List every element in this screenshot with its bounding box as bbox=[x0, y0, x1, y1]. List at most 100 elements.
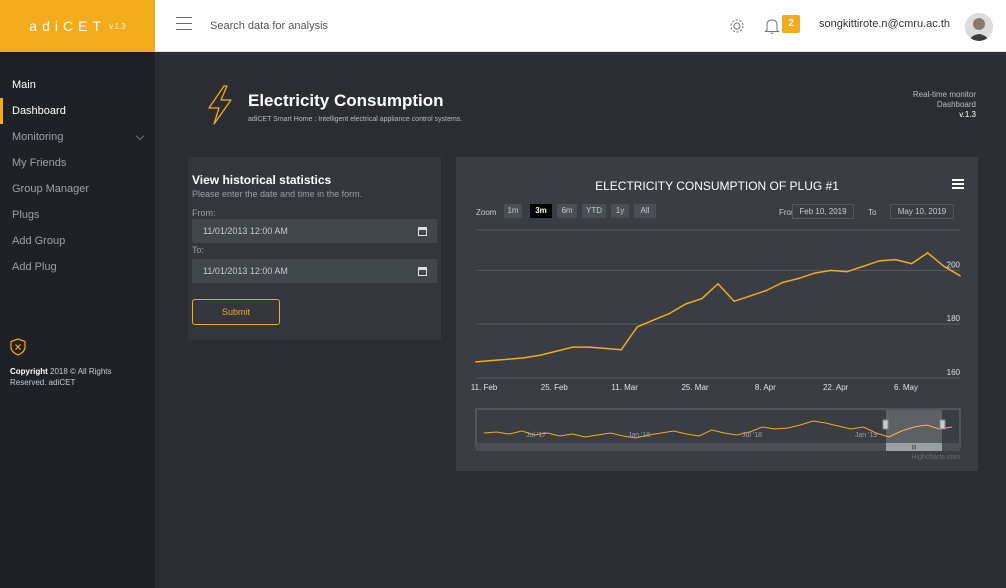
y-tick-label: 160 bbox=[947, 368, 961, 377]
gear-icon[interactable] bbox=[728, 17, 746, 35]
navigator-handle-left bbox=[882, 419, 889, 430]
page-title: Electricity Consumption bbox=[248, 91, 444, 110]
data-point bbox=[652, 319, 655, 321]
range-to-input[interactable] bbox=[890, 204, 954, 219]
user-email[interactable]: songkittirote.n@cmru.ac.th bbox=[819, 18, 950, 30]
search-input[interactable] bbox=[210, 16, 510, 36]
data-point bbox=[797, 277, 800, 280]
header-meta-version: v.1.3 bbox=[959, 110, 976, 119]
data-point bbox=[749, 295, 752, 297]
page-subtitle: adiCET Smart Home : Intelligent electric… bbox=[248, 116, 463, 123]
notification-badge[interactable]: 2 bbox=[782, 15, 800, 33]
data-point bbox=[636, 326, 639, 328]
navigator-x-label: Jan '19 bbox=[855, 432, 877, 439]
avatar[interactable] bbox=[965, 13, 993, 41]
navigator-series bbox=[483, 420, 953, 439]
shield-x-icon bbox=[10, 338, 26, 356]
data-point bbox=[733, 300, 735, 303]
navigator-handle-right bbox=[939, 419, 946, 430]
lightning-icon bbox=[208, 85, 232, 125]
zoom-1y-button[interactable]: 1y bbox=[611, 204, 629, 218]
chevron-down-icon bbox=[135, 131, 145, 141]
sidebar-item-group-manager[interactable]: Group Manager bbox=[0, 176, 155, 202]
bell-icon[interactable] bbox=[764, 17, 780, 35]
navigator-x-label: Jul '18 bbox=[742, 432, 762, 439]
menu-icon[interactable] bbox=[176, 17, 192, 31]
data-point bbox=[830, 269, 832, 272]
data-point bbox=[959, 274, 961, 277]
data-point bbox=[846, 270, 848, 273]
zoom-all-button[interactable]: All bbox=[634, 204, 656, 218]
navigator-scrollbar bbox=[476, 443, 960, 451]
history-description: Please enter the date and time in the fo… bbox=[192, 189, 363, 199]
data-point bbox=[555, 350, 558, 352]
data-point bbox=[620, 348, 622, 351]
header-meta: Real-time monitor Dashboard v.1.3 bbox=[913, 90, 976, 120]
to-label: To: bbox=[192, 245, 205, 255]
data-point bbox=[781, 281, 784, 284]
calendar-icon[interactable] bbox=[407, 259, 437, 283]
history-title: View historical statistics bbox=[192, 173, 332, 187]
chart-panel: ELECTRICITY CONSUMPTION OF PLUG #1 Zoom … bbox=[456, 157, 978, 471]
range-from-input[interactable] bbox=[792, 204, 854, 219]
calendar-icon[interactable] bbox=[407, 219, 437, 243]
navigator-selection bbox=[886, 410, 942, 446]
from-label: From: bbox=[192, 208, 216, 218]
submit-button[interactable]: Submit bbox=[192, 299, 280, 325]
sidebar-item-add-plug[interactable]: Add Plug bbox=[0, 254, 155, 280]
historical-stats-panel: View historical statistics Please enter … bbox=[188, 157, 441, 340]
sidebar-heading-main: Main bbox=[12, 79, 36, 91]
data-point bbox=[684, 303, 687, 305]
chart-menu-icon[interactable] bbox=[952, 179, 964, 189]
to-date-field bbox=[192, 259, 437, 283]
navigator-scroll-grip: III bbox=[911, 446, 916, 452]
range-to-label: To bbox=[868, 208, 877, 217]
navigator bbox=[475, 408, 961, 448]
data-point bbox=[910, 262, 913, 265]
data-point bbox=[491, 359, 493, 362]
x-tick-label: 6. May bbox=[894, 383, 918, 392]
data-point bbox=[507, 358, 510, 360]
data-point bbox=[701, 297, 703, 300]
data-point bbox=[862, 265, 864, 268]
zoom-3m-button[interactable]: 3m bbox=[530, 204, 552, 218]
brand-version: v.1.3 bbox=[108, 21, 126, 31]
copyright-strong: Copyright bbox=[10, 367, 48, 376]
data-point bbox=[475, 361, 477, 363]
top-bar: adiCET v.1.3 2 songkittirote.n@cmru.ac.t… bbox=[0, 0, 1006, 52]
data-point bbox=[604, 347, 606, 350]
zoom-1m-button[interactable]: 1m bbox=[504, 204, 522, 218]
sidebar: Main Dashboard Monitoring My Friends Gro… bbox=[0, 52, 155, 588]
from-date-input[interactable] bbox=[192, 219, 404, 243]
data-point bbox=[523, 357, 526, 359]
navigator-scroll-thumb bbox=[886, 443, 942, 451]
x-tick-label: 11. Feb bbox=[471, 383, 498, 392]
sidebar-item-monitoring[interactable]: Monitoring bbox=[0, 124, 155, 150]
data-point bbox=[539, 354, 542, 356]
data-point bbox=[814, 272, 816, 274]
zoom-label: Zoom bbox=[476, 208, 497, 217]
sidebar-item-dashboard[interactable]: Dashboard bbox=[0, 98, 155, 124]
zoom-6m-button[interactable]: 6m bbox=[557, 204, 577, 218]
chart-title: ELECTRICITY CONSUMPTION OF PLUG #1 bbox=[595, 179, 839, 193]
navigator-x-label: Jan '18 bbox=[628, 432, 650, 439]
data-point bbox=[894, 258, 897, 261]
sidebar-item-label: Monitoring bbox=[12, 131, 64, 143]
navigator-x-label: Jul '17 bbox=[526, 432, 546, 439]
data-point bbox=[765, 289, 768, 292]
data-point bbox=[943, 265, 945, 268]
x-tick-label: 22. Apr bbox=[823, 383, 849, 392]
data-point bbox=[572, 346, 574, 348]
sidebar-item-plugs[interactable]: Plugs bbox=[0, 202, 155, 228]
sidebar-item-add-group[interactable]: Add Group bbox=[0, 228, 155, 254]
series-line bbox=[475, 252, 961, 363]
sidebar-item-my-friends[interactable]: My Friends bbox=[0, 150, 155, 176]
to-date-input[interactable] bbox=[192, 259, 404, 283]
y-tick-label: 180 bbox=[947, 314, 961, 323]
copyright-text: Copyright 2018 © All Rights Reserved. ad… bbox=[10, 366, 148, 388]
zoom-ytd-button[interactable]: YTD bbox=[582, 204, 606, 218]
x-tick-label: 25. Mar bbox=[681, 383, 708, 392]
from-date-field bbox=[192, 219, 437, 243]
brand-logo[interactable]: adiCET v.1.3 bbox=[0, 0, 155, 52]
data-point bbox=[588, 346, 590, 348]
